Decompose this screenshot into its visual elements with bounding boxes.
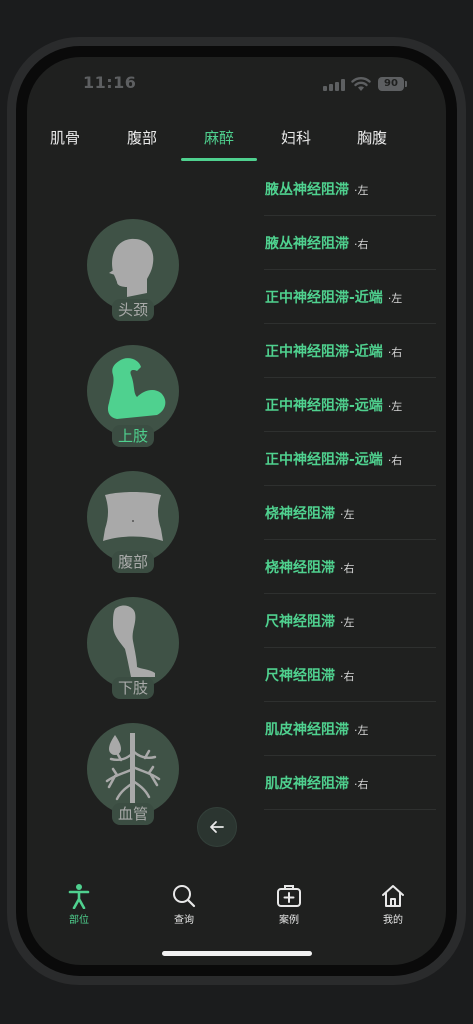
procedure-side: ·左	[354, 184, 369, 197]
procedure-name: 正中神经阻滞-近端	[265, 344, 383, 360]
wifi-icon	[351, 77, 371, 91]
procedure-side: ·右	[354, 238, 369, 251]
list-item[interactable]: 正中神经阻滞-远端 ·右	[264, 432, 436, 486]
procedure-name: 尺神经阻滞	[265, 668, 335, 684]
region-head-neck[interactable]: 头颈	[87, 219, 179, 325]
procedure-side: ·左	[340, 508, 355, 521]
app-screen: 11:16 90 肌骨 腹部 麻醉 妇科 胸腹 头颈 上肢 腹部 下肢 血管 腋…	[27, 57, 446, 965]
tab-anesthesia[interactable]: 麻醉	[204, 127, 234, 148]
nav-item-search[interactable]: 查询	[154, 883, 214, 926]
torso-icon	[103, 492, 163, 541]
list-item[interactable]: 正中神经阻滞-远端 ·左	[264, 378, 436, 432]
battery-icon: 90	[378, 77, 407, 91]
region-label: 腹部	[111, 551, 155, 573]
nav-item-cases[interactable]: 案例	[259, 883, 319, 926]
procedure-name: 正中神经阻滞-近端	[265, 290, 383, 306]
nav-label: 我的	[383, 915, 403, 926]
list-item[interactable]: 桡神经阻滞 ·左	[264, 486, 436, 540]
list-item[interactable]: 桡神经阻滞 ·右	[264, 540, 436, 594]
tab-thorax[interactable]: 胸腹	[357, 127, 387, 148]
nav-label: 查询	[174, 915, 194, 926]
bottom-navigation: 部位 查询 案例 我的	[27, 883, 446, 943]
region-vessel[interactable]: 血管	[87, 723, 179, 829]
tab-abdomen[interactable]: 腹部	[127, 127, 157, 148]
list-item[interactable]: 尺神经阻滞 ·右	[264, 648, 436, 702]
person-icon	[68, 884, 90, 909]
region-label: 头颈	[111, 299, 155, 321]
procedure-name: 桡神经阻滞	[265, 560, 335, 576]
arm-icon	[107, 358, 166, 419]
procedure-side: ·左	[387, 292, 403, 305]
procedure-name: 肌皮神经阻滞	[265, 776, 349, 792]
region-abdomen[interactable]: 腹部	[87, 471, 179, 577]
status-bar: 11:16 90	[27, 57, 446, 113]
procedure-side: ·右	[387, 346, 403, 359]
nav-label: 案例	[279, 915, 299, 926]
procedure-name: 尺神经阻滞	[265, 614, 335, 630]
procedure-side: ·左	[354, 724, 369, 737]
procedure-side: ·右	[387, 454, 403, 467]
procedure-side: ·右	[340, 670, 355, 683]
procedure-name: 桡神经阻滞	[265, 506, 335, 522]
home-indicator[interactable]	[162, 951, 312, 956]
list-item[interactable]: 尺神经阻滞 ·左	[264, 594, 436, 648]
leg-icon	[113, 605, 155, 677]
cellular-signal-icon	[323, 79, 345, 91]
list-item[interactable]: 肌皮神经阻滞 ·右	[264, 756, 436, 810]
procedure-side: ·右	[340, 562, 355, 575]
status-time: 11:16	[83, 73, 137, 92]
region-lower-limb[interactable]: 下肢	[87, 597, 179, 703]
search-icon	[173, 885, 196, 908]
procedure-side: ·右	[354, 778, 369, 791]
list-item[interactable]: 正中神经阻滞-近端 ·右	[264, 324, 436, 378]
category-tabs: 肌骨 腹部 麻醉 妇科 胸腹	[27, 123, 446, 163]
procedure-name: 肌皮神经阻滞	[265, 722, 349, 738]
region-label: 血管	[111, 803, 155, 825]
nav-item-profile[interactable]: 我的	[363, 883, 423, 926]
active-tab-indicator	[181, 158, 257, 161]
region-upper-limb[interactable]: 上肢	[87, 345, 179, 451]
region-label: 上肢	[111, 425, 155, 447]
procedure-list: 腋丛神经阻滞 ·左 腋丛神经阻滞 ·右 正中神经阻滞-近端 ·左 正中神经阻滞-近端 ·…	[264, 162, 436, 810]
home-icon	[382, 885, 404, 907]
nav-item-body-parts[interactable]: 部位	[49, 883, 109, 926]
procedure-name: 正中神经阻滞-远端	[265, 398, 383, 414]
case-icon	[277, 885, 301, 907]
tab-gynecology[interactable]: 妇科	[281, 127, 311, 148]
procedure-name: 腋丛神经阻滞	[265, 182, 349, 198]
head-icon	[109, 238, 154, 297]
procedure-side: ·左	[387, 400, 403, 413]
arrow-left-icon	[210, 821, 224, 833]
nav-label: 部位	[69, 915, 89, 926]
list-item[interactable]: 肌皮神经阻滞 ·左	[264, 702, 436, 756]
procedure-name: 正中神经阻滞-远端	[265, 452, 383, 468]
vessel-icon	[105, 733, 161, 805]
procedure-side: ·左	[340, 616, 355, 629]
region-label: 下肢	[111, 677, 155, 699]
list-item[interactable]: 腋丛神经阻滞 ·左	[264, 162, 436, 216]
list-item[interactable]: 腋丛神经阻滞 ·右	[264, 216, 436, 270]
list-item[interactable]: 正中神经阻滞-近端 ·左	[264, 270, 436, 324]
procedure-name: 腋丛神经阻滞	[265, 236, 349, 252]
back-button[interactable]	[197, 807, 237, 847]
tab-musculoskeletal[interactable]: 肌骨	[50, 127, 80, 148]
